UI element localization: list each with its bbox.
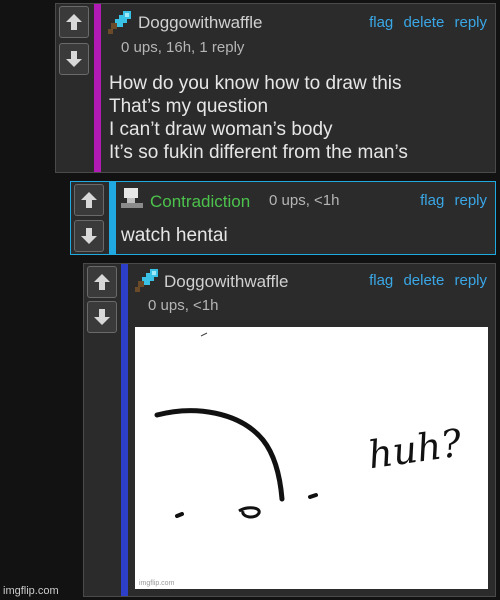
arrow-up-icon bbox=[94, 274, 110, 290]
arrow-up-icon bbox=[66, 14, 82, 30]
thread-bar bbox=[94, 4, 101, 172]
username[interactable]: Doggowithwaffle bbox=[164, 272, 288, 292]
flag-link[interactable]: flag bbox=[420, 192, 444, 209]
downvote-button[interactable] bbox=[59, 43, 89, 75]
delete-link[interactable]: delete bbox=[403, 272, 444, 289]
flag-link[interactable]: flag bbox=[369, 14, 393, 31]
comment-body: watch hentai bbox=[121, 225, 228, 246]
thread-bar bbox=[121, 264, 128, 596]
arrow-down-icon bbox=[66, 51, 82, 67]
comment-meta: 0 ups, <1h bbox=[148, 297, 219, 314]
comment-actions: flag delete reply bbox=[363, 14, 487, 31]
thread-bar bbox=[109, 182, 116, 254]
comment-meta: 0 ups, 16h, 1 reply bbox=[121, 39, 245, 56]
comment-body: How do you know how to draw this That’s … bbox=[109, 73, 408, 163]
comment-image[interactable]: huh? imgflip.com bbox=[135, 327, 488, 589]
username[interactable]: Doggowithwaffle bbox=[138, 13, 262, 33]
anvil-icon[interactable] bbox=[119, 186, 145, 212]
comment-2: Contradiction 0 ups, <1h flag reply watc… bbox=[70, 181, 496, 255]
comment-meta: 0 ups, <1h bbox=[269, 192, 340, 209]
comment-1: Doggowithwaffle 0 ups, 16h, 1 reply flag… bbox=[55, 3, 496, 173]
flag-link[interactable]: flag bbox=[369, 272, 393, 289]
diamond-sword-icon[interactable] bbox=[107, 10, 133, 36]
upvote-button[interactable] bbox=[59, 6, 89, 38]
comment-3: Doggowithwaffle 0 ups, <1h flag delete r… bbox=[83, 263, 496, 597]
comment-actions: flag delete reply bbox=[363, 272, 487, 289]
reply-link[interactable]: reply bbox=[454, 192, 487, 209]
username[interactable]: Contradiction bbox=[150, 192, 250, 212]
downvote-button[interactable] bbox=[87, 301, 117, 333]
imgflip-watermark: imgflip.com bbox=[3, 585, 59, 597]
arrow-down-icon bbox=[81, 228, 97, 244]
upvote-button[interactable] bbox=[74, 184, 104, 216]
downvote-button[interactable] bbox=[74, 220, 104, 252]
image-credit: imgflip.com bbox=[139, 580, 175, 587]
upvote-button[interactable] bbox=[87, 266, 117, 298]
reply-link[interactable]: reply bbox=[454, 14, 487, 31]
arrow-down-icon bbox=[94, 309, 110, 325]
comment-actions: flag reply bbox=[414, 192, 487, 209]
reply-link[interactable]: reply bbox=[454, 272, 487, 289]
arrow-up-icon bbox=[81, 192, 97, 208]
delete-link[interactable]: delete bbox=[403, 14, 444, 31]
diamond-sword-icon[interactable] bbox=[134, 268, 160, 294]
